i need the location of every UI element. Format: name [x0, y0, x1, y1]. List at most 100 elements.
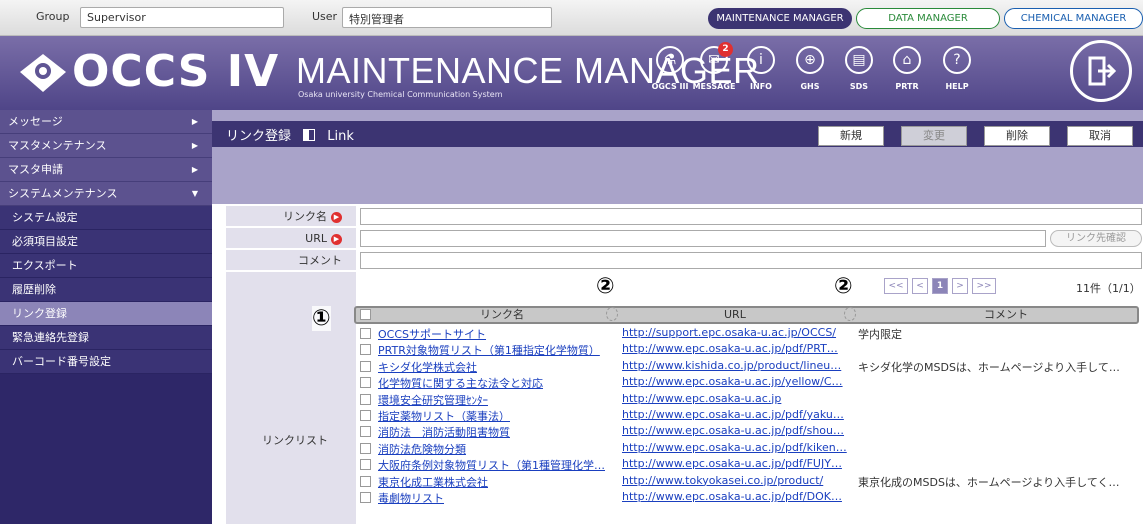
table-row[interactable]: 東京化成工業株式会社 http://www.tokyokasei.co.jp/pr…	[360, 474, 1140, 490]
top-bar: Group Supervisor User 特別管理者 MAINTENANCE …	[0, 0, 1143, 36]
url-cell[interactable]: http://www.epc.osaka-u.ac.jp/pdf/kiken…	[622, 441, 850, 454]
link-name-cell[interactable]: 環境安全研究管理ｾﾝﾀｰ	[378, 392, 626, 408]
link-list-label: リンクリスト	[262, 434, 328, 447]
check-link-button[interactable]: リンク先確認	[1050, 230, 1142, 247]
comment-input[interactable]	[360, 252, 1142, 269]
link-name-cell[interactable]: 大阪府条例対象物質リスト（第1種管理化学…	[378, 457, 626, 473]
url-cell[interactable]: http://www.epc.osaka-u.ac.jp/yellow/C…	[622, 375, 850, 388]
table-row[interactable]: 消防法 消防活動阻害物質 http://www.epc.osaka-u.ac.jp…	[360, 424, 1140, 440]
modify-button[interactable]: 変更	[901, 126, 967, 146]
table-row[interactable]: PRTR対象物質リスト（第1種指定化学物質） http://www.epc.osa…	[360, 342, 1140, 358]
row-checkbox[interactable]	[360, 377, 371, 389]
header-comment[interactable]: コメント	[984, 308, 1028, 322]
info-icon: i	[747, 46, 775, 74]
delete-button[interactable]: 削除	[984, 126, 1050, 146]
header-help-button[interactable]: ? HELP	[935, 46, 979, 91]
chemical-manager-tab[interactable]: CHEMICAL MANAGER	[1004, 8, 1143, 29]
url-input[interactable]	[360, 230, 1046, 247]
url-cell[interactable]: http://www.epc.osaka-u.ac.jp/pdf/DOK…	[622, 490, 850, 503]
row-checkbox[interactable]	[360, 344, 371, 356]
link-name-cell[interactable]: 指定薬物リスト（薬事法）	[378, 408, 626, 424]
url-label: URL ▶	[226, 228, 356, 249]
sidebar-item-messages[interactable]: メッセージ ▶	[0, 110, 212, 134]
table-row[interactable]: OCCSサポートサイト http://support.epc.osaka-u.ac…	[360, 326, 1140, 342]
sidebar-subitem-export[interactable]: エクスポート	[0, 254, 212, 278]
row-checkbox[interactable]	[360, 492, 371, 503]
row-checkbox[interactable]	[360, 360, 371, 372]
column-resize-handle[interactable]	[844, 307, 856, 321]
table-row[interactable]: 毒劇物リスト http://www.epc.osaka-u.ac.jp/pdf/D…	[360, 490, 1140, 506]
sidebar-subitem-system-settings[interactable]: システム設定	[0, 206, 212, 230]
pager-prev-button[interactable]: <	[912, 278, 928, 294]
table-row[interactable]: 大阪府条例対象物質リスト（第1種管理化学… http://www.epc.osak…	[360, 457, 1140, 473]
link-name-cell[interactable]: 東京化成工業株式会社	[378, 474, 626, 490]
page-title-bar: リンク登録 Link 新規 変更 削除 取消	[212, 121, 1143, 147]
pager-next-button[interactable]: >	[952, 278, 968, 294]
url-cell[interactable]: http://www.epc.osaka-u.ac.jp/pdf/PRT…	[622, 342, 850, 355]
select-all-checkbox[interactable]	[360, 309, 371, 320]
flask-icon: ⚗	[656, 46, 684, 74]
user-field[interactable]: 特別管理者	[342, 7, 552, 28]
header-link-name[interactable]: リンク名	[480, 308, 524, 322]
comment-cell: キシダ化学のMSDSは、ホームページより入手して…	[858, 360, 1120, 374]
data-manager-tab[interactable]: DATA MANAGER	[856, 8, 1000, 29]
header-ogcs-button[interactable]: ⚗ OGCS III	[648, 46, 692, 91]
maintenance-manager-tab[interactable]: MAINTENANCE MANAGER	[708, 8, 852, 29]
url-cell[interactable]: http://www.epc.osaka-u.ac.jp/pdf/yaku…	[622, 408, 850, 421]
cancel-button[interactable]: 取消	[1067, 126, 1133, 146]
sidebar-subitem-barcode-settings[interactable]: バーコード番号設定	[0, 350, 212, 374]
link-name-cell[interactable]: 消防法 消防活動阻害物質	[378, 424, 626, 440]
link-name-cell[interactable]: 化学物質に関する主な法令と対応	[378, 375, 626, 391]
column-resize-handle[interactable]	[606, 307, 618, 321]
app-subtitle: Osaka university Chemical Communication …	[298, 90, 503, 99]
group-label: Group	[36, 10, 70, 23]
url-cell[interactable]: http://www.epc.osaka-u.ac.jp/pdf/shou…	[622, 424, 850, 437]
pager-last-button[interactable]: >>	[972, 278, 996, 294]
sidebar-item-master-maintenance[interactable]: マスタメンテナンス ▶	[0, 134, 212, 158]
table-row[interactable]: 化学物質に関する主な法令と対応 http://www.epc.osaka-u.ac…	[360, 375, 1140, 391]
header-sds-button[interactable]: ▤ SDS	[837, 46, 881, 91]
header-prtr-button[interactable]: ⌂ PRTR	[885, 46, 929, 91]
required-icon: ▶	[331, 233, 342, 245]
pager-current-page[interactable]: 1	[932, 278, 948, 294]
sidebar-item-system-maintenance[interactable]: システムメンテナンス ▼	[0, 182, 212, 206]
table-row[interactable]: 指定薬物リスト（薬事法） http://www.epc.osaka-u.ac.jp…	[360, 408, 1140, 424]
url-cell[interactable]: http://www.tokyokasei.co.jp/product/	[622, 474, 850, 487]
exit-button[interactable]	[1070, 40, 1132, 102]
row-checkbox[interactable]	[360, 426, 371, 438]
row-checkbox[interactable]	[360, 328, 371, 339]
sidebar-subitem-emergency-contact[interactable]: 緊急連絡先登録	[0, 326, 212, 350]
row-checkbox[interactable]	[360, 393, 371, 405]
url-cell[interactable]: http://www.epc.osaka-u.ac.jp	[622, 392, 850, 405]
row-checkbox[interactable]	[360, 410, 371, 421]
sidebar-subitem-link-register[interactable]: リンク登録	[0, 302, 212, 326]
link-name-input[interactable]	[360, 208, 1142, 225]
sidebar-subitem-required-fields[interactable]: 必須項目設定	[0, 230, 212, 254]
link-name-cell[interactable]: PRTR対象物質リスト（第1種指定化学物質）	[378, 342, 626, 358]
header-url[interactable]: URL	[724, 308, 746, 322]
sidebar-item-master-request[interactable]: マスタ申請 ▶	[0, 158, 212, 182]
logo-mark-icon	[20, 54, 66, 92]
link-name-cell[interactable]: OCCSサポートサイト	[378, 326, 626, 342]
arrow-down-icon: ▼	[191, 189, 198, 198]
link-name-cell[interactable]: 消防法危険物分類	[378, 441, 626, 457]
link-name-cell[interactable]: キシダ化学株式会社	[378, 359, 626, 375]
row-checkbox[interactable]	[360, 459, 371, 471]
url-row: URL ▶ リンク先確認	[226, 228, 1143, 249]
table-row[interactable]: キシダ化学株式会社 http://www.kishida.co.jp/produc…	[360, 359, 1140, 375]
sidebar-subitem-history-delete[interactable]: 履歴削除	[0, 278, 212, 302]
table-row[interactable]: 環境安全研究管理ｾﾝﾀｰ http://www.epc.osaka-u.ac.jp	[360, 392, 1140, 408]
group-field[interactable]: Supervisor	[80, 7, 284, 28]
url-cell[interactable]: http://support.epc.osaka-u.ac.jp/OCCS/	[622, 326, 850, 339]
url-cell[interactable]: http://www.epc.osaka-u.ac.jp/pdf/FUJY…	[622, 457, 850, 470]
row-checkbox[interactable]	[360, 475, 371, 487]
header-message-button[interactable]: ✉ 2 MESSAGE	[692, 42, 736, 91]
table-row[interactable]: 消防法危険物分類 http://www.epc.osaka-u.ac.jp/pdf…	[360, 441, 1140, 457]
link-name-cell[interactable]: 毒劇物リスト	[378, 490, 626, 506]
header-info-button[interactable]: i INFO	[739, 46, 783, 91]
pager-first-button[interactable]: <<	[884, 278, 908, 294]
new-button[interactable]: 新規	[818, 126, 884, 146]
header-ghs-button[interactable]: ⊕ GHS	[788, 46, 832, 91]
row-checkbox[interactable]	[360, 442, 371, 454]
url-cell[interactable]: http://www.kishida.co.jp/product/lineu…	[622, 359, 850, 372]
